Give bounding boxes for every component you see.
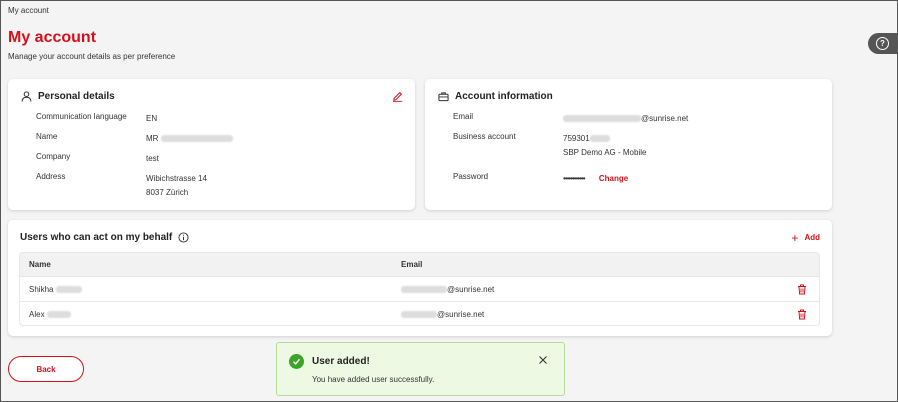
trash-icon[interactable] (797, 284, 807, 295)
users-header: Users who can act on my behalf (20, 232, 189, 243)
users-card: Users who can act on my behalf + Add Nam… (8, 220, 832, 336)
close-icon[interactable] (538, 355, 548, 365)
name-label: Name (36, 132, 58, 141)
add-user-button[interactable]: + Add (791, 230, 820, 245)
trash-icon[interactable] (797, 309, 807, 320)
users-title: Users who can act on my behalf (20, 232, 173, 243)
business-account-row: Business account 759301 SBP Demo AG - Mo… (453, 132, 646, 160)
redacted-account-number (589, 135, 610, 143)
address-label: Address (36, 172, 66, 181)
name-row: Name MR (36, 132, 233, 146)
name-value: MR (146, 132, 233, 146)
address-line2: 8037 Zürich (146, 188, 189, 197)
plus-icon: + (791, 230, 799, 245)
user-name: Shikha (29, 285, 82, 294)
password-mask: •••••••••••• (563, 174, 586, 183)
user-email: @sunrise.net (401, 310, 484, 319)
password-label: Password (453, 172, 489, 181)
company-label: Company (36, 152, 71, 161)
column-email: Email (401, 260, 423, 269)
success-toast: User added! You have added user successf… (276, 342, 565, 396)
password-value: •••••••••••• Change (563, 172, 628, 186)
users-table: Name Email Shikha @sunrise.net Alex @sun… (19, 252, 820, 326)
column-name: Name (29, 260, 51, 269)
check-circle-icon (289, 354, 304, 369)
personal-details-title: Personal details (38, 91, 115, 102)
company-value: test (146, 154, 159, 163)
redacted-email (401, 310, 437, 318)
user-email: @sunrise.net (401, 285, 494, 294)
edit-icon[interactable] (392, 91, 403, 102)
password-row: Password •••••••••••• Change (453, 172, 628, 186)
personal-details-header: Personal details (21, 91, 115, 102)
users-table-header: Name Email (20, 253, 819, 276)
redacted-email (563, 115, 641, 123)
back-button[interactable]: Back (8, 356, 84, 382)
email-value: @sunrise.net (563, 112, 688, 126)
info-icon[interactable] (178, 232, 189, 243)
add-user-label: Add (804, 233, 820, 242)
address-line1: Wibichstrasse 14 (146, 174, 207, 183)
toast-message: You have added user successfully. (312, 375, 435, 384)
breadcrumb[interactable]: My account (8, 6, 49, 15)
redacted-surname (55, 285, 82, 293)
email-label: Email (453, 112, 474, 121)
redacted-name (160, 135, 233, 143)
page-title: My account (8, 29, 97, 46)
redacted-email (401, 285, 447, 293)
change-password-link[interactable]: Change (599, 174, 628, 183)
account-information-title: Account information (455, 91, 553, 102)
business-account-value: 759301 SBP Demo AG - Mobile (563, 134, 647, 157)
personal-details-card: Personal details Communication language … (8, 79, 415, 210)
toast-title: User added! (312, 356, 370, 367)
business-name: SBP Demo AG - Mobile (563, 148, 647, 157)
page-subtitle: Manage your account details as per prefe… (8, 52, 176, 61)
redacted-surname (46, 310, 71, 318)
account-information-card: Account information Email @sunrise.net B… (425, 79, 832, 210)
help-icon: ? (876, 37, 889, 50)
table-row: Shikha @sunrise.net (20, 276, 819, 301)
language-label: Communication language (36, 112, 127, 121)
language-value: EN (146, 114, 158, 123)
briefcase-icon (438, 92, 449, 102)
address-row: Address Wibichstrasse 14 8037 Zürich (36, 172, 207, 200)
account-information-header: Account information (438, 91, 553, 102)
person-icon (21, 91, 32, 102)
email-row: Email @sunrise.net (453, 112, 688, 126)
company-row: Company test (36, 152, 159, 166)
help-button[interactable]: ? (868, 33, 898, 54)
business-account-label: Business account (453, 132, 516, 141)
language-row: Communication language EN (36, 112, 157, 126)
table-row: Alex @sunrise.net (20, 301, 819, 325)
user-name: Alex (29, 310, 71, 319)
address-value: Wibichstrasse 14 8037 Zürich (146, 172, 207, 200)
